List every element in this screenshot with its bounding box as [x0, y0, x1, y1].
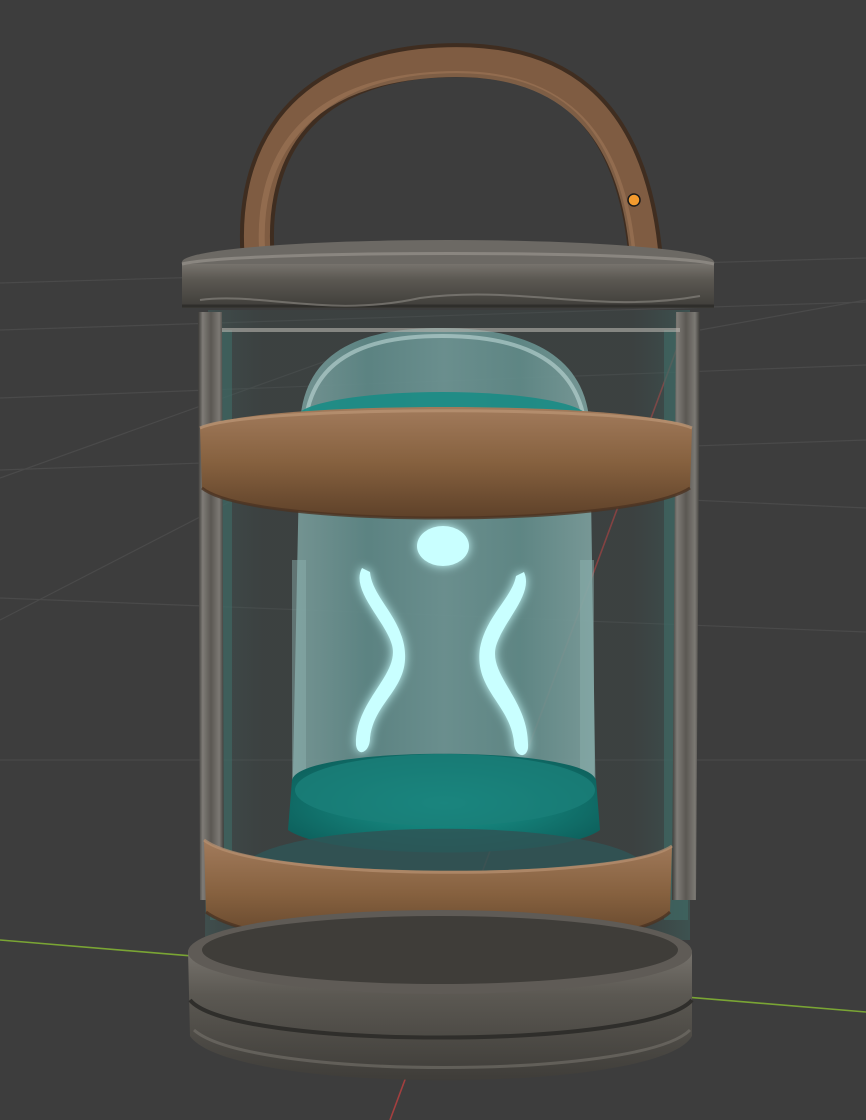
inner-glass-tube [292, 328, 596, 820]
lantern-top-lid[interactable] [181, 240, 715, 308]
viewport-canvas[interactable] [0, 0, 866, 1120]
lantern-handle[interactable] [239, 43, 662, 277]
3d-viewport[interactable] [0, 0, 866, 1120]
object-origin-dot[interactable] [627, 193, 641, 207]
lantern-base[interactable] [188, 910, 694, 1081]
glow-dot [417, 526, 469, 566]
upper-leather-band[interactable] [199, 407, 693, 520]
